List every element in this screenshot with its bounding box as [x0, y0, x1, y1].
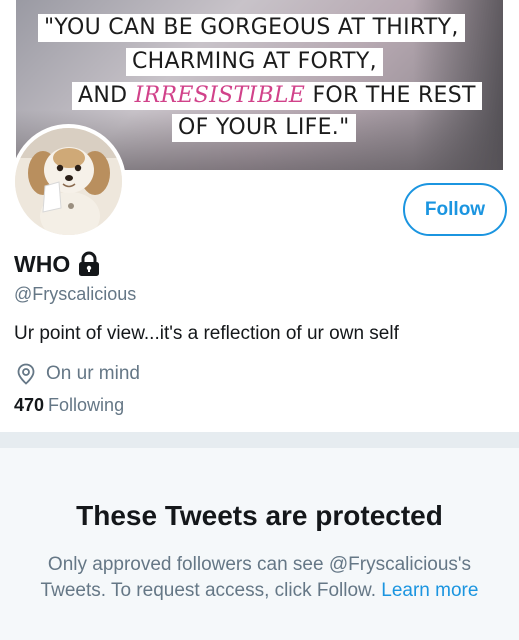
- banner-quote-line-2: CHARMING AT FORTY,: [126, 48, 383, 76]
- following-label: Following: [48, 395, 125, 415]
- banner-quote-highlight: IRRESISTIBLE: [134, 83, 306, 108]
- protected-tweets-notice: These Tweets are protected Only approved…: [0, 448, 519, 640]
- section-divider: [0, 432, 519, 448]
- avatar-dog-image: [15, 128, 122, 235]
- banner-quote-line-3-pre: AND: [78, 83, 135, 108]
- profile-location: On ur mind: [46, 363, 140, 384]
- following-count: 470: [14, 395, 45, 415]
- follow-button[interactable]: Follow: [403, 183, 507, 236]
- profile-location-row: On ur mind: [14, 362, 140, 386]
- banner-quote-line-4: OF YOUR LIFE.": [172, 114, 356, 142]
- banner-quote-line-3-post: FOR THE REST: [305, 83, 476, 108]
- profile-name-row: WHO: [14, 250, 103, 278]
- profile-bio: Ur point of view...it's a reflection of …: [14, 323, 399, 344]
- protected-body: Only approved followers can see @Fryscal…: [30, 552, 489, 604]
- learn-more-link[interactable]: Learn more: [381, 580, 478, 601]
- location-pin-icon: [14, 362, 38, 386]
- protected-title: These Tweets are protected: [76, 500, 443, 531]
- banner-quote-line-3: AND IRRESISTIBLE FOR THE REST: [72, 82, 482, 110]
- profile-name: WHO: [14, 250, 71, 277]
- profile-handle: @Fryscalicious: [14, 284, 137, 304]
- avatar[interactable]: [11, 124, 126, 239]
- banner-quote-line-1: "YOU CAN BE GORGEOUS AT THIRTY,: [38, 14, 465, 42]
- lock-icon: [75, 250, 103, 278]
- following-link[interactable]: 470 Following: [14, 395, 124, 416]
